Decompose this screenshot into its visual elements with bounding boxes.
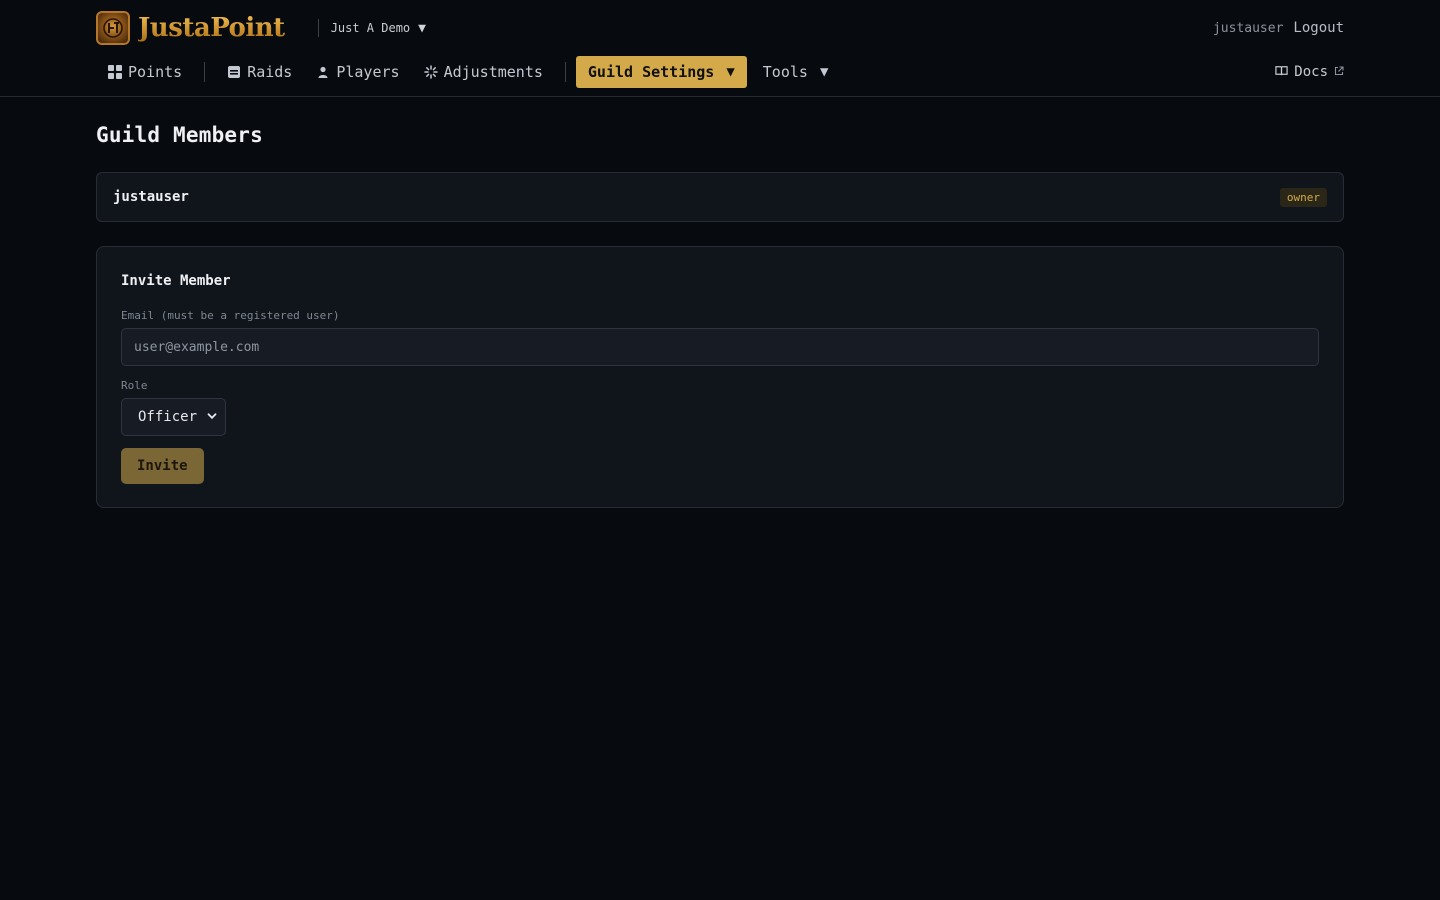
top-bar: JustaPoint Just A Demo ▼ justauser Logou… [0,0,1440,97]
logo-emblem-icon [96,11,130,45]
nav-item-tools[interactable]: Tools ▼ [751,56,841,88]
raid-icon [227,65,241,79]
caret-down-icon: ▼ [726,64,735,80]
user-icon [316,65,330,79]
logo[interactable]: JustaPoint [96,11,285,45]
role-select[interactable]: Officer [121,398,227,436]
invite-member-card: Invite Member Email (must be a registere… [96,246,1344,508]
username: justauser [1212,20,1284,36]
guild-selector[interactable]: Just A Demo ▼ [317,19,426,37]
nav-item-label: Guild Settings [587,63,715,81]
email-field[interactable] [121,328,1319,366]
member-name: justauser [113,189,189,205]
nav-item-label: Players [336,63,400,81]
nav-item-points[interactable]: Points [96,56,194,88]
sparkle-icon [423,65,438,79]
nav-divider [564,62,566,82]
nav-item-label: Points [128,63,183,81]
main-content: Guild Members justauser owner Invite Mem… [96,97,1344,508]
email-label: Email (must be a registered user) [121,309,340,322]
nav-item-raids[interactable]: Raids [215,56,304,88]
brand-row: JustaPoint Just A Demo ▼ justauser Logou… [96,8,1344,48]
member-row: justauser owner [96,172,1344,222]
nav-item-label: Adjustments [443,63,543,81]
nav-item-label: Raids [247,63,293,81]
docs-label: Docs [1294,64,1328,80]
nav-item-players[interactable]: Players [304,56,411,88]
external-link-icon [1334,64,1344,80]
nav-item-adjustments[interactable]: Adjustments [412,56,555,88]
role-badge: owner [1279,187,1327,207]
invite-button[interactable]: Invite [121,448,204,484]
book-icon [1275,64,1288,81]
nav-item-guild-settings[interactable]: Guild Settings ▼ [575,56,747,88]
caret-down-icon: ▼ [418,20,426,36]
grid-icon [108,65,122,79]
page-title: Guild Members [96,123,263,147]
nav-divider [204,62,206,82]
user-area: justauser Logout [1213,20,1344,36]
logout-link[interactable]: Logout [1293,20,1344,36]
nav-item-label: Tools [762,63,808,81]
role-select-value: Officer [138,409,198,425]
brand-name: JustaPoint [138,13,285,43]
chevron-down-icon [207,409,217,425]
invite-title: Invite Member [121,273,231,289]
caret-down-icon: ▼ [819,64,829,80]
docs-link[interactable]: Docs [1275,64,1344,81]
guild-selector-label: Just A Demo [330,21,411,35]
main-nav: Points Raids Players Adjustments Guild S… [96,56,1344,88]
role-label: Role [121,379,148,392]
